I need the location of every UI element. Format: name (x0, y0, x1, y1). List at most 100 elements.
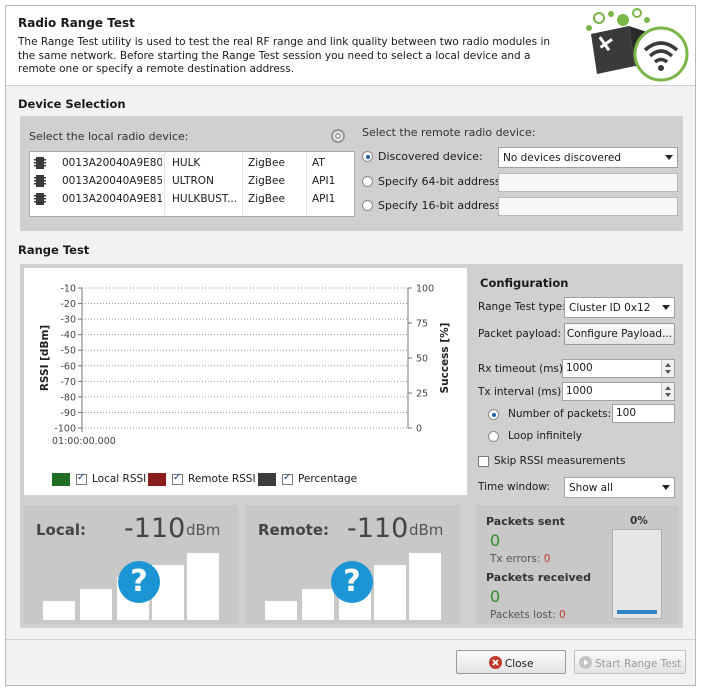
legend-label-remote: Remote RSSI (188, 473, 256, 485)
y-tick-label: -40 (60, 330, 76, 341)
device-name: ULTRON (172, 175, 214, 187)
legend-swatch-percentage (258, 473, 276, 486)
packets-received-label: Packets received (486, 571, 591, 584)
close-button-label: Close (504, 658, 534, 670)
discovered-device-select[interactable]: No devices discovered (498, 147, 678, 168)
range-test-title: Range Test (18, 243, 90, 257)
local-rssi-panel: Local: -110 dBm ? (24, 505, 238, 624)
rx-timeout-value: 1000 (566, 362, 593, 374)
unknown-quality-icon: ? (331, 561, 373, 603)
chevron-down-icon[interactable] (665, 393, 671, 397)
range-test-dialog: Radio Range Test The Range Test utility … (5, 5, 696, 686)
packets-received-value: 0 (490, 587, 501, 606)
packets-lost-label: Packets lost: (490, 609, 556, 621)
dialog-title: Radio Range Test (18, 16, 135, 30)
number-of-packets-input[interactable]: 100 (612, 404, 675, 423)
device-selection-panel: Select the local radio device: 0013A2004… (20, 116, 683, 231)
local-rssi-label: Local: (36, 521, 87, 539)
time-window-select[interactable]: Show all (564, 477, 675, 498)
packet-stats-panel: Packets sent 0 Tx errors: 0 Packets rece… (476, 505, 679, 624)
radio-module-icon (34, 157, 46, 169)
y-tick-label: -10 (60, 284, 76, 295)
packets-lost-value: 0 (558, 609, 566, 621)
remote-rssi-value: -110 (347, 513, 409, 544)
local-rssi-unit: dBm (186, 521, 221, 539)
configuration-panel: Configuration Range Test type: Cluster I… (472, 268, 680, 498)
chevron-up-icon[interactable] (665, 363, 671, 367)
dialog-header: Radio Range Test The Range Test utility … (6, 6, 695, 86)
skip-rssi-checkbox[interactable] (478, 456, 489, 467)
device-mode: API1 (312, 193, 336, 205)
loop-infinitely-radio[interactable] (488, 431, 499, 442)
close-button[interactable]: Close (456, 650, 566, 674)
time-window-value: Show all (569, 482, 613, 494)
chevron-down-icon (665, 155, 673, 160)
percentage-checkbox[interactable] (282, 472, 293, 485)
footer-divider (6, 639, 695, 640)
signal-bar (265, 601, 297, 620)
packets-sent-label: Packets sent (486, 515, 565, 528)
number-of-packets-label: Number of packets: (508, 408, 612, 420)
tx-errors-value: 0 (543, 553, 551, 565)
tx-interval-stepper[interactable] (661, 383, 674, 400)
address-64bit-input[interactable] (498, 173, 678, 192)
legend-swatch-local (52, 473, 70, 486)
address-64bit-radio[interactable] (362, 176, 373, 187)
rx-timeout-spinner[interactable]: 1000 (562, 359, 675, 378)
local-rssi-value: -110 (124, 513, 186, 544)
success-gauge-fill (617, 610, 657, 614)
range-test-type-label: Range Test type: (478, 301, 566, 313)
address-16bit-input[interactable] (498, 197, 678, 216)
number-of-packets-radio[interactable] (488, 409, 499, 420)
discover-local-icon[interactable] (330, 128, 346, 144)
rssi-chart: -10 -20 -30 -40 -50 -60 -70 -80 -90 -100 100 75 50 25… (24, 268, 467, 495)
legend-label-local: Local RSSI (92, 473, 147, 485)
remote-rssi-label: Remote: (258, 521, 330, 539)
device-mode: AT (312, 157, 325, 169)
success-percentage: 0% (630, 515, 648, 527)
device-protocol: ZigBee (248, 175, 285, 187)
signal-bar (302, 589, 334, 620)
tx-interval-spinner[interactable]: 1000 (562, 382, 675, 401)
x-start-label: 01:00:00.000 (52, 436, 116, 447)
y-tick-label: -100 (54, 424, 76, 435)
remote-rssi-panel: Remote: -110 dBm ? (246, 505, 460, 624)
chevron-down-icon[interactable] (665, 370, 671, 374)
device-row[interactable]: 0013A20040A9E805 HULK ZigBee AT (30, 154, 354, 172)
signal-bar (187, 553, 219, 620)
close-icon (488, 656, 502, 669)
play-icon (578, 656, 592, 669)
rx-timeout-label: Rx timeout (ms): (478, 363, 567, 375)
discovered-device-radio[interactable] (362, 151, 373, 162)
range-test-type-select[interactable]: Cluster ID 0x12 (564, 297, 675, 318)
device-row[interactable]: 0013A20040A9E81B HULKBUST... ZigBee API1 (30, 190, 354, 208)
chevron-up-icon[interactable] (665, 386, 671, 390)
dialog-description: The Range Test utility is used to test t… (18, 36, 551, 75)
device-name: HULKBUST... (172, 193, 238, 205)
y2-tick-label: 0 (416, 424, 422, 435)
packet-payload-label: Packet payload: (478, 328, 561, 340)
y2-tick-label: 25 (416, 389, 428, 400)
number-of-packets-value: 100 (616, 407, 637, 419)
local-device-list[interactable]: 0013A20040A9E805 HULK ZigBee AT 0013A200… (29, 151, 355, 217)
range-test-logo-icon (586, 8, 689, 82)
y-tick-label: -80 (60, 392, 76, 403)
local-device-title: Select the local radio device: (29, 130, 189, 143)
device-address: 0013A20040A9E81B (62, 193, 162, 205)
address-16bit-radio[interactable] (362, 200, 373, 211)
rx-timeout-stepper[interactable] (661, 360, 674, 377)
y2-tick-label: 50 (416, 354, 428, 365)
local-rssi-checkbox[interactable] (76, 472, 87, 485)
start-range-test-button[interactable]: Start Range Test (574, 650, 686, 674)
remote-device-title: Select the remote radio device: (362, 126, 536, 139)
configure-payload-button[interactable]: Configure Payload... (564, 323, 675, 345)
device-protocol: ZigBee (248, 193, 285, 205)
remote-rssi-checkbox[interactable] (172, 472, 183, 485)
tx-interval-value: 1000 (566, 385, 593, 397)
unknown-quality-icon: ? (118, 561, 160, 603)
time-window-label: Time window: (478, 481, 550, 493)
device-address: 0013A20040A9E85B (62, 175, 162, 187)
device-row[interactable]: 0013A20040A9E85B ULTRON ZigBee API1 (30, 172, 354, 190)
start-range-test-label: Start Range Test (595, 658, 682, 670)
device-name: HULK (172, 157, 201, 169)
